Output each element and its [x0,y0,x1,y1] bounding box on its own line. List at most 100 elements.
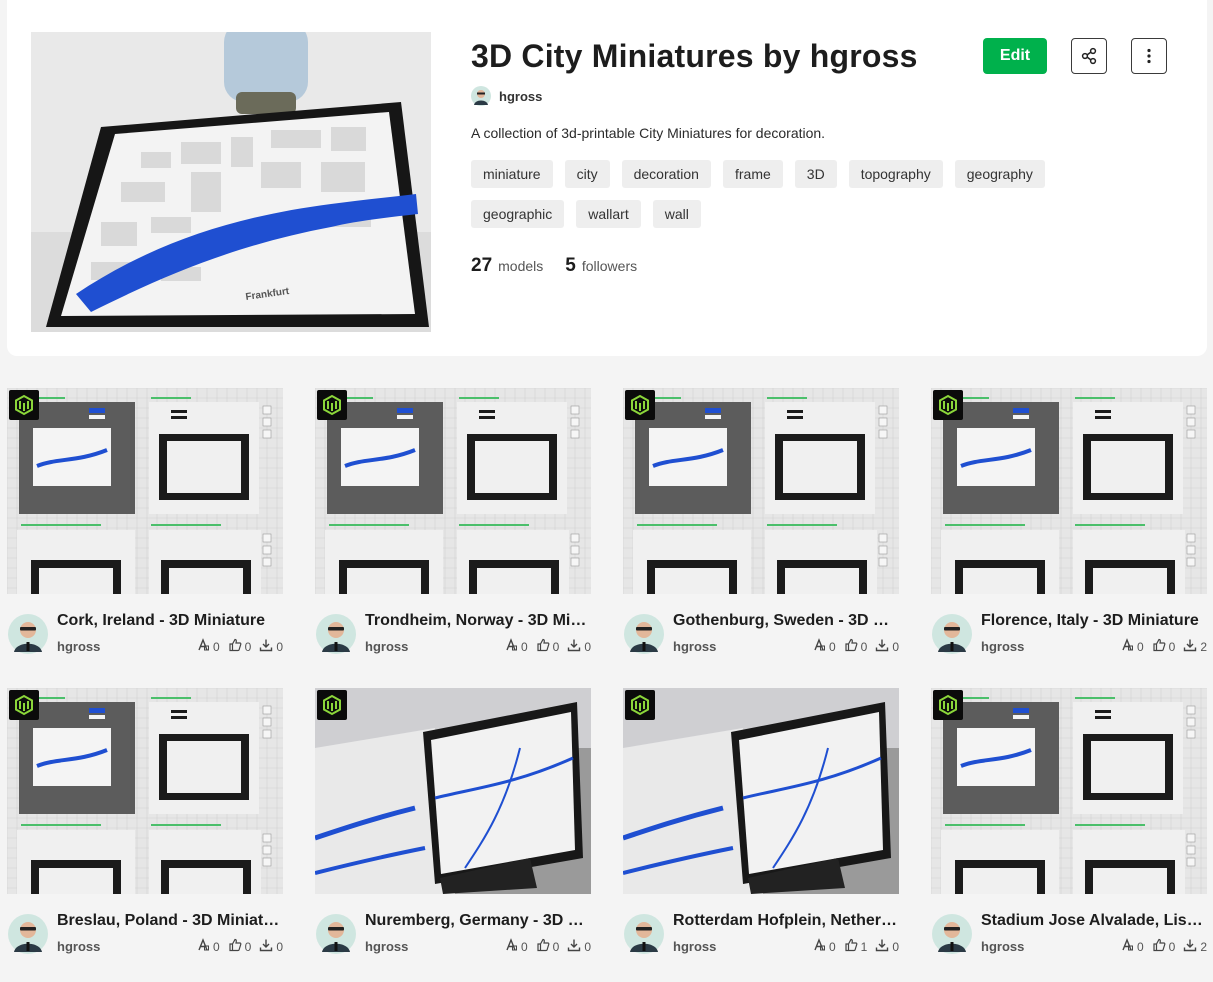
like-icon [536,938,550,955]
creator-avatar[interactable] [932,614,972,659]
edit-button[interactable]: Edit [983,38,1047,74]
tag-geographic[interactable]: geographic [471,200,565,228]
boost-icon [1120,638,1134,655]
boost-count: 0 [1136,639,1144,654]
like-count: 0 [552,939,560,954]
stat-downloads: 0 [567,938,591,955]
model-card[interactable]: Gothenburg, Sweden - 3D Miniature hgross… [623,388,899,673]
model-card[interactable]: Rotterdam Hofplein, Netherlands hgross 0… [623,688,899,973]
tag-geography[interactable]: geography [954,160,1045,188]
collection-title: 3D City Miniatures by hgross [471,38,918,74]
download-icon [567,938,581,955]
collection-description: A collection of 3d-printable City Miniat… [471,125,826,141]
tag-topography[interactable]: topography [848,160,943,188]
like-count: 1 [860,939,868,954]
model-title[interactable]: Rotterdam Hofplein, Netherlands [673,912,899,930]
collection-cover-image[interactable]: Frankfurt [31,32,431,332]
model-title[interactable]: Nuremberg, Germany - 3D Miniature [365,912,591,930]
download-count: 2 [1200,939,1207,954]
download-count: 0 [584,639,591,654]
more-options-button[interactable] [1131,38,1167,74]
model-thumbnail[interactable] [623,688,899,894]
model-thumbnail[interactable] [7,388,283,594]
bambu-studio-badge-icon [9,390,39,420]
model-owner[interactable]: hgross [981,639,1024,654]
like-count: 0 [552,639,560,654]
model-card[interactable]: Breslau, Poland - 3D Miniature hgross 0 … [7,688,283,973]
model-thumbnail[interactable] [931,388,1207,594]
owner-avatar[interactable] [471,86,491,106]
creator-avatar[interactable] [8,914,48,959]
models-label: models [498,258,544,274]
model-title[interactable]: Gothenburg, Sweden - 3D Miniature [673,612,899,630]
model-thumbnail[interactable] [315,388,591,594]
tag-decoration[interactable]: decoration [621,160,711,188]
like-count: 0 [244,639,252,654]
download-icon [1183,638,1197,655]
stat-likes: 0 [536,638,560,655]
model-title[interactable]: Florence, Italy - 3D Miniature [981,612,1207,630]
creator-avatar[interactable] [624,914,664,959]
stat-downloads: 0 [259,938,283,955]
model-owner[interactable]: hgross [673,939,716,954]
boost-count: 0 [828,639,836,654]
owner-name[interactable]: hgross [499,89,542,104]
stat-downloads: 0 [259,638,283,655]
download-count: 0 [276,939,283,954]
collection-owner[interactable]: hgross [471,86,542,106]
stat-boost: 0 [1120,938,1144,955]
model-title[interactable]: Breslau, Poland - 3D Miniature [57,912,283,930]
boost-icon [504,938,518,955]
stat-downloads: 0 [875,938,899,955]
boost-count: 0 [212,939,220,954]
like-icon [844,938,858,955]
creator-avatar[interactable] [932,914,972,959]
boost-icon [196,638,210,655]
boost-icon [1120,938,1134,955]
collection-header: Frankfurt 3D City Miniatures by hgross h… [7,0,1207,356]
creator-avatar[interactable] [316,614,356,659]
model-title[interactable]: Trondheim, Norway - 3D Miniature [365,612,591,630]
model-owner[interactable]: hgross [365,939,408,954]
model-owner[interactable]: hgross [673,639,716,654]
download-count: 0 [892,939,899,954]
tag-miniature[interactable]: miniature [471,160,553,188]
stat-likes: 0 [536,938,560,955]
creator-avatar[interactable] [316,914,356,959]
tag-wallart[interactable]: wallart [576,200,641,228]
model-stats: 0 0 0 [196,938,283,955]
model-stats: 0 0 2 [1120,938,1207,955]
tag-wall[interactable]: wall [652,200,701,228]
like-icon [536,638,550,655]
model-owner[interactable]: hgross [57,939,100,954]
model-card[interactable]: Nuremberg, Germany - 3D Miniature hgross… [315,688,591,973]
model-thumbnail[interactable] [623,388,899,594]
model-title[interactable]: Cork, Ireland - 3D Miniature [57,612,283,630]
model-card[interactable]: Trondheim, Norway - 3D Miniature hgross … [315,388,591,673]
creator-avatar[interactable] [8,614,48,659]
stat-likes: 0 [228,938,251,955]
model-card[interactable]: Florence, Italy - 3D Miniature hgross 0 … [931,388,1207,673]
boost-icon [812,638,826,655]
tag-3d[interactable]: 3D [794,160,837,188]
stat-boost: 0 [504,638,528,655]
model-title[interactable]: Stadium Jose Alvalade, Lisbon [981,912,1207,930]
model-card[interactable]: Stadium Jose Alvalade, Lisbon hgross 0 0… [931,688,1207,973]
download-count: 0 [276,639,283,654]
like-icon [1152,638,1166,655]
share-button[interactable] [1071,38,1107,74]
creator-avatar[interactable] [624,614,664,659]
model-owner[interactable]: hgross [365,639,408,654]
model-stats: 0 0 0 [504,638,591,655]
tag-frame[interactable]: frame [722,160,783,188]
model-owner[interactable]: hgross [981,939,1024,954]
model-thumbnail[interactable] [7,688,283,894]
like-icon [228,638,242,655]
model-owner[interactable]: hgross [57,639,100,654]
tag-city[interactable]: city [564,160,610,188]
stat-boost: 0 [812,938,836,955]
stat-downloads: 0 [875,638,899,655]
model-thumbnail[interactable] [931,688,1207,894]
model-thumbnail[interactable] [315,688,591,894]
model-card[interactable]: Cork, Ireland - 3D Miniature hgross 0 0 … [7,388,283,673]
